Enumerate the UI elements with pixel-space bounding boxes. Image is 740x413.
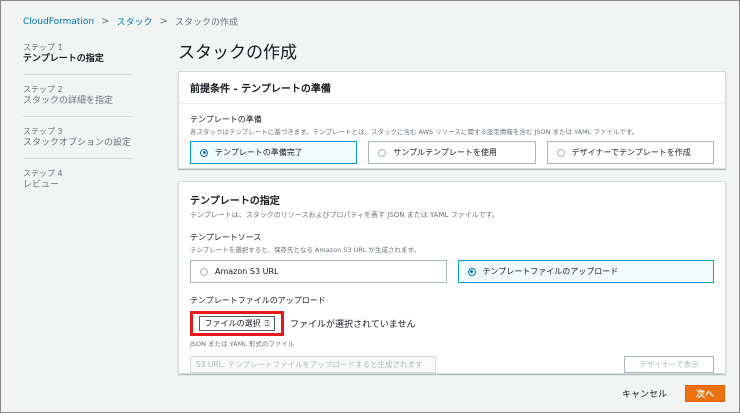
no-file-selected-text: ファイルが選択されていません	[290, 320, 416, 330]
step-1: ステップ 1 テンプレートの指定	[23, 42, 133, 75]
option-sample-template[interactable]: サンプルテンプレートを使用	[368, 141, 536, 164]
prepare-template-options: テンプレートの準備完了 サンプルテンプレートを使用 デザイナーでテンプレートを作…	[190, 141, 714, 164]
option-label: Amazon S3 URL	[215, 267, 279, 276]
step-label: スタックの詳細を指定	[23, 96, 114, 106]
field-description: 各スタックはテンプレートに基づきます。テンプレートとは、スタックに含む AWS …	[190, 128, 639, 136]
step-number: ステップ 3	[23, 127, 63, 136]
step-2: ステップ 2 スタックの詳細を指定	[23, 84, 133, 117]
field-description: テンプレートを選択すると、保存先となる Amazon S3 URL が生成されま…	[190, 246, 420, 254]
option-designer-template[interactable]: デザイナーでテンプレートを作成	[546, 141, 714, 164]
wizard-footer: キャンセル 次へ	[622, 385, 725, 402]
file-upload-row: ファイルの選択 ⍐ ファイルが選択されていません	[190, 311, 714, 336]
s3-url-row: S3 URL: テンプレートファイルをアップロードすると生成されます デザイナー…	[190, 356, 714, 373]
choose-file-inner: ファイルの選択 ⍐	[198, 316, 276, 331]
breadcrumb: CloudFormation > スタック > スタックの作成	[23, 15, 238, 28]
option-template-ready[interactable]: テンプレートの準備完了	[190, 141, 358, 164]
breadcrumb-cloudformation[interactable]: CloudFormation	[23, 17, 94, 27]
field-label: テンプレートファイルのアップロード	[190, 296, 326, 305]
panel-header: 前提条件 - テンプレートの準備	[179, 72, 725, 104]
chevron-right-icon: >	[101, 16, 110, 27]
option-label: テンプレートの準備完了	[215, 148, 303, 157]
field-label: テンプレートソース	[190, 233, 262, 242]
upload-icon: ⍐	[264, 318, 270, 328]
breadcrumb-stacks[interactable]: スタック	[117, 15, 153, 28]
cancel-button[interactable]: キャンセル	[622, 387, 667, 400]
option-label: デザイナーでテンプレートを作成	[571, 148, 691, 157]
radio-selected-icon	[200, 148, 208, 157]
radio-selected-icon	[467, 267, 476, 276]
radio-icon	[378, 148, 387, 157]
prerequisite-panel: 前提条件 - テンプレートの準備 テンプレートの準備 各スタックはテンプレートに…	[178, 71, 726, 169]
option-upload-template-file[interactable]: テンプレートファイルのアップロード	[457, 260, 714, 283]
step-3: ステップ 3 スタックオプションの設定	[23, 126, 133, 159]
step-number: ステップ 2	[23, 85, 63, 94]
radio-icon	[200, 267, 208, 276]
step-number: ステップ 4	[23, 169, 63, 178]
panel-title: テンプレートの指定	[190, 196, 280, 207]
step-label: レビュー	[23, 180, 60, 190]
panel-header: テンプレートの指定 テンプレートは、スタックのリソースおよびプロパティを表す J…	[179, 182, 725, 220]
step-label: テンプレートの指定	[23, 54, 104, 64]
file-format-hint: JSON または YAML 形式のファイル	[190, 340, 295, 348]
option-amazon-s3-url[interactable]: Amazon S3 URL	[190, 260, 447, 283]
field-label: テンプレートの準備	[190, 115, 262, 124]
chevron-right-icon: >	[159, 16, 168, 27]
choose-file-label: ファイルの選択	[204, 319, 261, 328]
choose-file-button[interactable]: ファイルの選択 ⍐	[190, 311, 284, 336]
page-title: スタックの作成	[178, 43, 297, 63]
step-4: ステップ 4 レビュー	[23, 168, 133, 200]
radio-icon	[556, 148, 565, 157]
s3-url-display: S3 URL: テンプレートファイルをアップロードすると生成されます	[190, 356, 436, 373]
step-number: ステップ 1	[23, 43, 63, 52]
view-in-designer-button[interactable]: デザイナーで表示	[624, 356, 714, 373]
panel-description: テンプレートは、スタックのリソースおよびプロパティを表す JSON または YA…	[190, 211, 499, 219]
step-label: スタックオプションの設定	[23, 138, 132, 148]
next-button[interactable]: 次へ	[685, 385, 725, 402]
template-source-options: Amazon S3 URL テンプレートファイルのアップロード	[190, 260, 714, 283]
wizard-steps: ステップ 1 テンプレートの指定 ステップ 2 スタックの詳細を指定 ステップ …	[23, 42, 133, 209]
option-label: サンプルテンプレートを使用	[393, 148, 497, 157]
option-label: テンプレートファイルのアップロード	[482, 267, 619, 276]
specify-template-panel: テンプレートの指定 テンプレートは、スタックのリソースおよびプロパティを表す J…	[178, 181, 726, 374]
breadcrumb-current: スタックの作成	[174, 18, 238, 28]
